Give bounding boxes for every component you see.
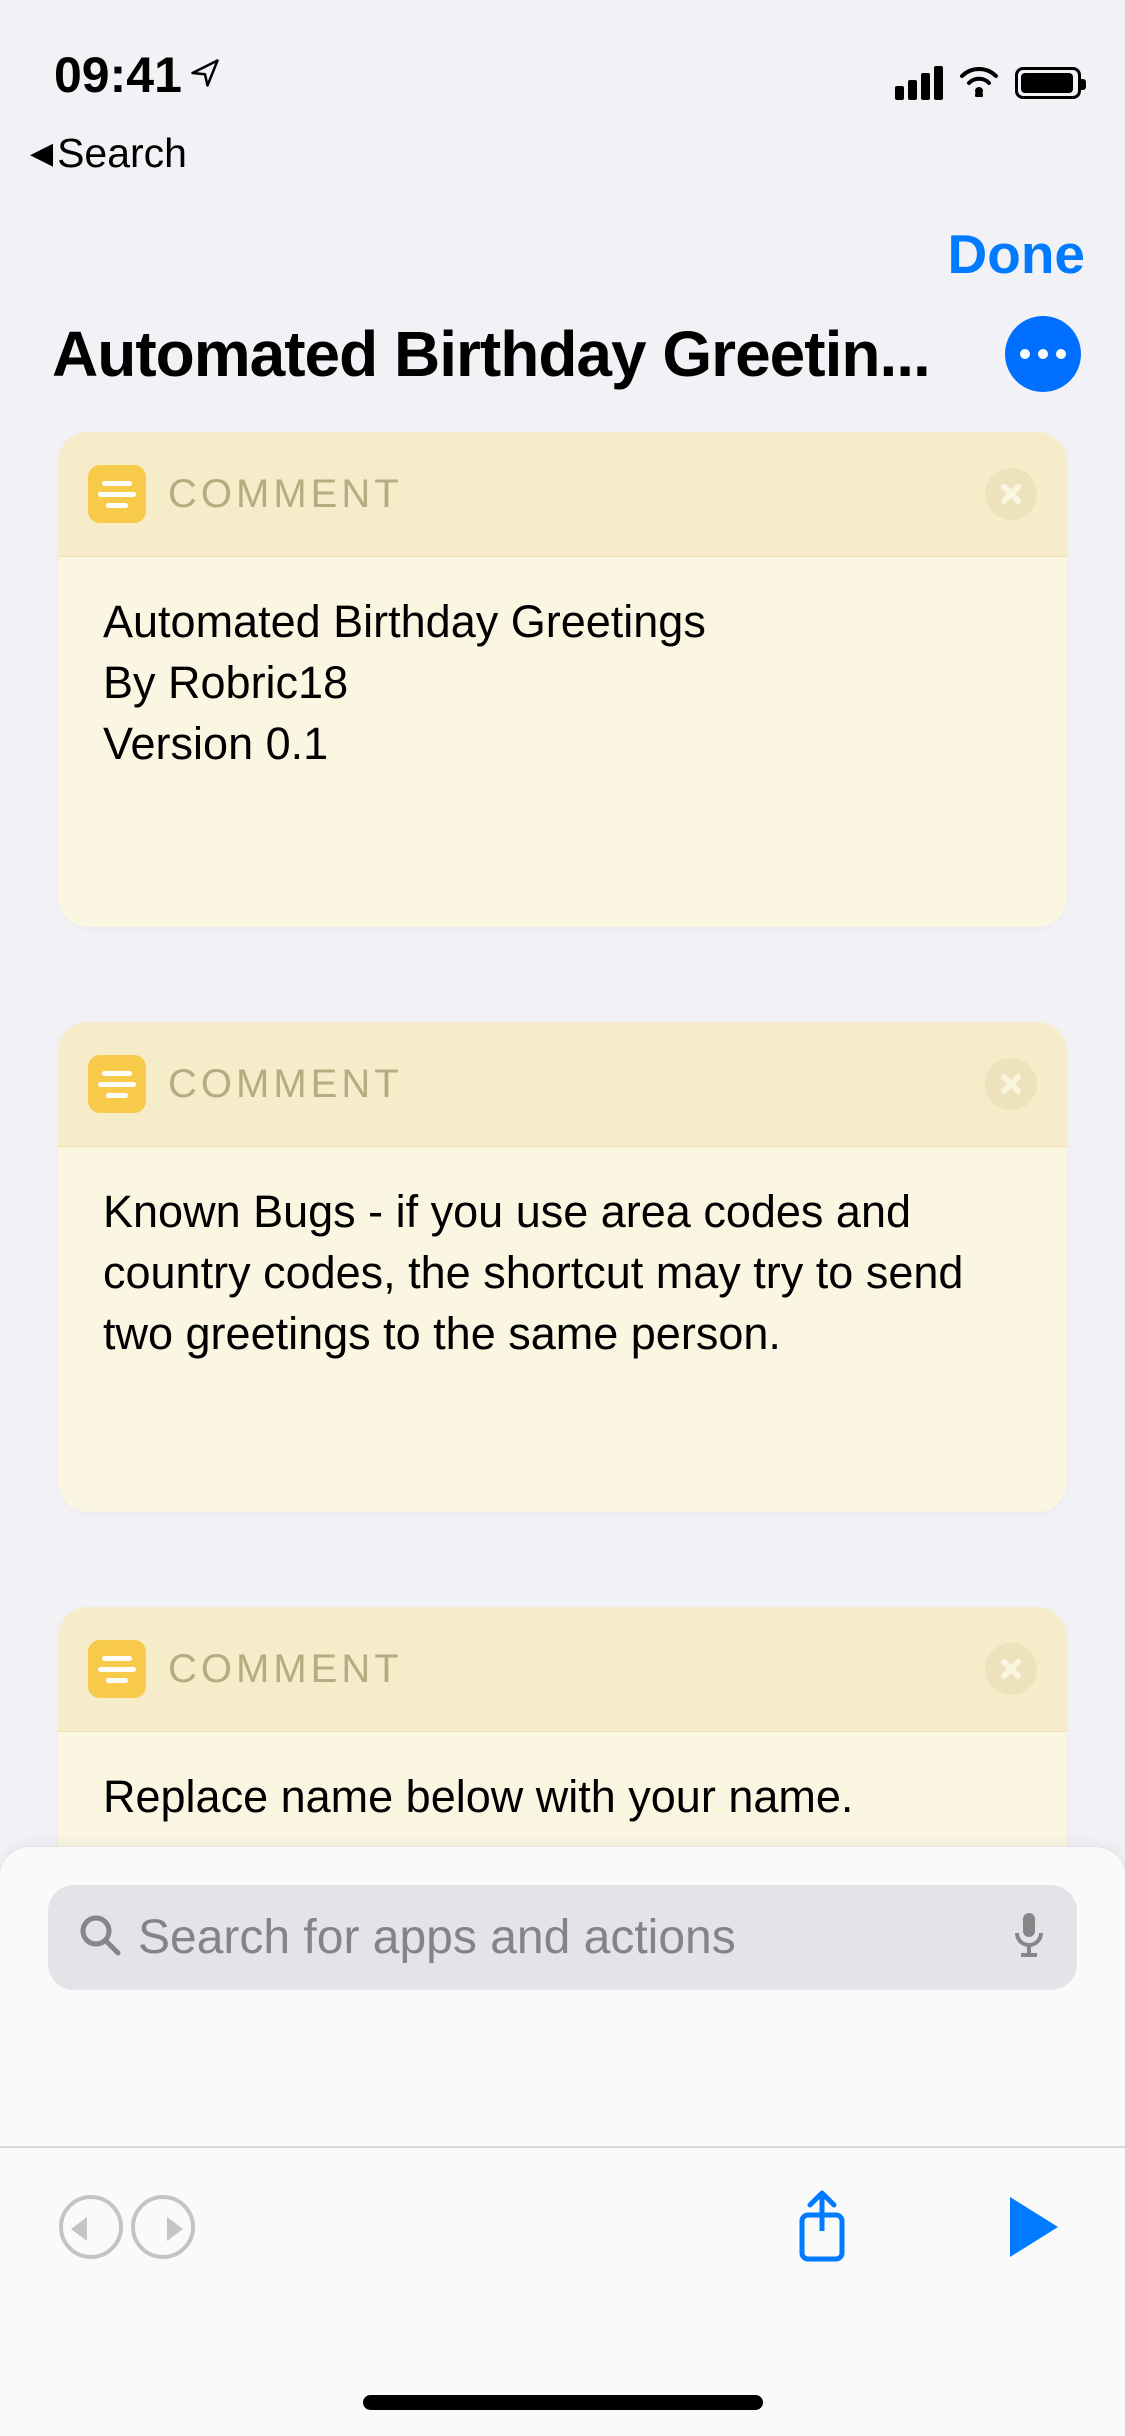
action-type-label: COMMENT (168, 472, 963, 517)
status-time: 09:41 (54, 46, 182, 104)
comment-text[interactable]: Automated Birthday Greetings By Robric18… (58, 557, 1067, 927)
action-card[interactable]: COMMENT Automated Birthday Greetings By … (58, 432, 1067, 927)
undo-button[interactable] (55, 2191, 127, 2263)
actions-list: COMMENT Automated Birthday Greetings By … (0, 432, 1125, 1977)
shortcut-title[interactable]: Automated Birthday Greetin... (52, 317, 985, 391)
undo-icon (59, 2195, 123, 2259)
delete-action-button[interactable] (985, 1058, 1037, 1110)
location-arrow-icon (190, 58, 220, 93)
share-button[interactable] (786, 2191, 858, 2263)
battery-icon (1015, 67, 1081, 99)
comment-icon (88, 1640, 146, 1698)
action-card-header: COMMENT (58, 1607, 1067, 1732)
play-icon (1010, 2197, 1058, 2257)
comment-icon (88, 465, 146, 523)
action-type-label: COMMENT (168, 1062, 963, 1107)
action-card-header: COMMENT (58, 432, 1067, 557)
search-input[interactable]: Search for apps and actions (48, 1885, 1077, 1990)
home-indicator[interactable] (363, 2395, 763, 2410)
wifi-icon (957, 63, 1001, 102)
back-to-search[interactable]: ◀ Search (0, 130, 1125, 207)
action-card[interactable]: COMMENT Known Bugs - if you use area cod… (58, 1022, 1067, 1512)
comment-icon (88, 1055, 146, 1113)
search-icon (78, 1913, 122, 1962)
back-chevron-icon: ◀ (30, 139, 53, 169)
run-button[interactable] (998, 2191, 1070, 2263)
bottom-panel: Search for apps and actions (0, 1846, 1125, 2436)
status-bar: 09:41 (0, 0, 1125, 130)
microphone-icon[interactable] (1011, 1911, 1047, 1964)
redo-button[interactable] (127, 2191, 199, 2263)
action-card-header: COMMENT (58, 1022, 1067, 1147)
share-icon (792, 2189, 852, 2265)
done-button[interactable]: Done (948, 222, 1086, 286)
more-options-button[interactable] (1005, 316, 1081, 392)
delete-action-button[interactable] (985, 1643, 1037, 1695)
comment-text[interactable]: Known Bugs - if you use area codes and c… (58, 1147, 1067, 1512)
action-type-label: COMMENT (168, 1647, 963, 1692)
editor-toolbar (0, 2146, 1125, 2306)
delete-action-button[interactable] (985, 468, 1037, 520)
search-placeholder: Search for apps and actions (138, 1910, 995, 1965)
back-label: Search (57, 130, 187, 177)
redo-icon (131, 2195, 195, 2259)
cellular-icon (895, 66, 943, 100)
